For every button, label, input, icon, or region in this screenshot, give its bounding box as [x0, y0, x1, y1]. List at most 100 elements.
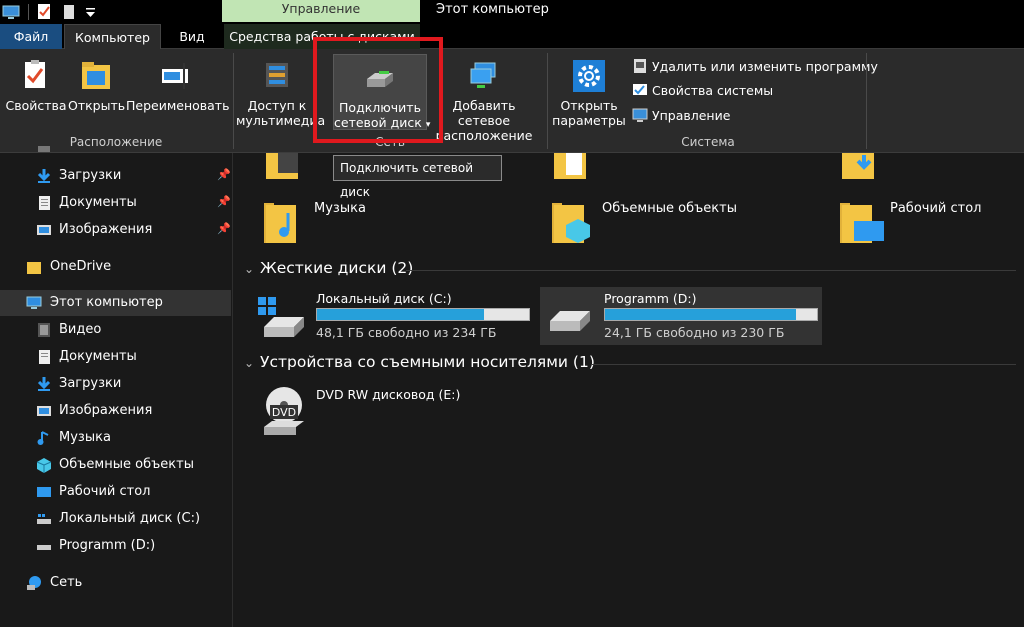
section-divider: [592, 364, 1016, 365]
quick-access-divider: [28, 4, 29, 20]
nav-item-drive-c[interactable]: Локальный диск (C:): [0, 506, 231, 532]
nav-item-label: Programm (D:): [59, 538, 156, 553]
drive-d[interactable]: Programm (D:) 24,1 ГБ свободно из 230 ГБ: [540, 287, 822, 345]
drive-name: Локальный диск (C:): [316, 291, 452, 306]
nav-item-documents-pinned[interactable]: Документы 📌: [0, 190, 231, 216]
title-bar: Управление Этот компьютер: [0, 0, 1024, 24]
desktop-folder-icon: [840, 203, 884, 243]
nav-item-label: Документы: [59, 195, 137, 210]
3d-objects-folder-icon: [552, 203, 590, 243]
nav-item-label: Этот компьютер: [50, 295, 163, 310]
nav-item-label: Рабочий стол: [59, 484, 151, 499]
open-settings-button[interactable]: Открыть параметры: [552, 53, 626, 129]
nav-item-onedrive[interactable]: OneDrive: [0, 254, 231, 280]
music-icon: [37, 431, 49, 445]
nav-item-music[interactable]: Музыка: [0, 425, 231, 451]
manage-label: Управление: [652, 108, 731, 123]
pictures-icon: [37, 406, 51, 416]
pin-icon[interactable]: 📌: [217, 169, 231, 181]
computer-management-icon: [632, 108, 648, 122]
uninstall-icon: [634, 59, 646, 73]
network-location-icon: [470, 62, 496, 88]
nav-item-videos[interactable]: Видео: [0, 317, 231, 343]
video-icon: [38, 323, 50, 337]
desktop-icon: [37, 487, 51, 497]
nav-item-downloads[interactable]: Загрузки: [0, 371, 231, 397]
media-access-button[interactable]: Доступ к мультимедиа: [236, 53, 326, 129]
nav-item-drive-d[interactable]: Programm (D:): [0, 533, 231, 559]
section-header-removable[interactable]: ⌄ Устройства со съемными носителями (1): [244, 353, 595, 371]
gear-icon: [573, 60, 605, 92]
tab-computer[interactable]: Компьютер: [64, 24, 161, 49]
media-access-label-2: мультимедиа: [236, 113, 326, 128]
drive-free-space: 24,1 ГБ свободно из 230 ГБ: [604, 325, 785, 340]
section-divider: [406, 270, 1016, 271]
download-icon: [37, 169, 51, 183]
open-label: Открыть: [68, 98, 126, 113]
documents-folder-icon[interactable]: [552, 153, 592, 183]
video-folder-icon[interactable]: [264, 153, 304, 183]
nav-item-label: Документы: [59, 349, 137, 364]
nav-item-3d-objects[interactable]: Объемные объекты: [0, 452, 231, 478]
folder-3d-objects[interactable]: Объемные объекты: [550, 199, 810, 249]
nav-item-label: Объемные объекты: [59, 457, 194, 472]
window-title: Этот компьютер: [436, 2, 549, 17]
nav-item-this-pc[interactable]: Этот компьютер: [0, 290, 231, 316]
drive-usage-fill: [317, 309, 485, 320]
group-separator: [547, 53, 548, 149]
folder-desktop[interactable]: Рабочий стол: [838, 199, 1018, 249]
windows-drive-icon: [258, 297, 304, 337]
manage-button[interactable]: Управление: [632, 106, 730, 126]
open-button[interactable]: Открыть: [68, 53, 126, 119]
nav-item-downloads-pinned[interactable]: Загрузки 📌: [0, 163, 231, 189]
tooltip-map-network-drive: Подключить сетевой диск: [333, 155, 502, 199]
this-pc-icon[interactable]: [2, 2, 22, 22]
dvd-drive-icon: DVD: [264, 387, 304, 435]
section-title: Жесткие диски (2): [260, 259, 414, 277]
nav-item-label: Видео: [59, 322, 102, 337]
downloads-folder-icon[interactable]: [840, 153, 880, 183]
nav-item-documents[interactable]: Документы: [0, 344, 231, 370]
customize-quick-access-icon[interactable]: [84, 2, 98, 22]
download-icon: [37, 377, 51, 391]
add-network-location-label-1: Добавить сетевое: [452, 98, 516, 128]
context-tab-group-manage: Управление: [222, 0, 420, 22]
pin-icon[interactable]: 📌: [217, 223, 231, 235]
drive-usage-bar: [604, 308, 818, 321]
nav-item-network[interactable]: Сеть: [0, 570, 231, 596]
properties-button[interactable]: Свойства: [4, 53, 68, 119]
drive-c[interactable]: Локальный диск (C:) 48,1 ГБ свободно из …: [252, 287, 542, 345]
folder-music[interactable]: Музыка: [262, 199, 522, 249]
ribbon: Свойства Открыть Переименовать Расположе…: [0, 49, 1024, 153]
nav-item-label: Загрузки: [59, 376, 122, 391]
nav-item-desktop[interactable]: Рабочий стол: [0, 479, 231, 505]
uninstall-program-button[interactable]: Удалить или изменить программу: [632, 57, 878, 77]
network-icon: [27, 576, 41, 590]
properties-label: Свойства: [5, 98, 67, 113]
this-pc-icon: [26, 296, 42, 309]
tab-view[interactable]: Вид: [166, 24, 218, 49]
highlight-frame: [313, 37, 443, 143]
properties-quick-icon[interactable]: [36, 2, 54, 22]
pin-icon[interactable]: 📌: [217, 196, 231, 208]
open-folder-icon: [82, 62, 110, 89]
nav-item-label: Изображения: [59, 403, 153, 418]
media-access-label-1: Доступ к: [247, 98, 307, 113]
drive-dvd[interactable]: DVD DVD RW дисковод (E:): [252, 383, 542, 441]
tab-file[interactable]: Файл: [0, 24, 62, 49]
new-folder-quick-icon[interactable]: [62, 2, 78, 22]
system-properties-button[interactable]: Свойства системы: [632, 81, 773, 101]
add-network-location-button[interactable]: Добавить сетевое расположение: [428, 53, 540, 143]
onedrive-folder-icon: [27, 262, 41, 274]
section-header-hard-drives[interactable]: ⌄ Жесткие диски (2): [244, 259, 413, 277]
drive-icon: [37, 545, 51, 550]
media-server-icon: [266, 63, 288, 87]
document-icon: [39, 350, 50, 364]
video-icon: [38, 146, 50, 152]
rename-button[interactable]: Переименовать: [126, 53, 230, 119]
3d-objects-icon: [36, 458, 52, 473]
nav-item-pictures[interactable]: Изображения: [0, 398, 231, 424]
nav-item-pictures-pinned[interactable]: Изображения 📌: [0, 217, 231, 243]
rename-label: Переименовать: [126, 98, 230, 113]
chevron-down-icon: ⌄: [244, 262, 255, 276]
